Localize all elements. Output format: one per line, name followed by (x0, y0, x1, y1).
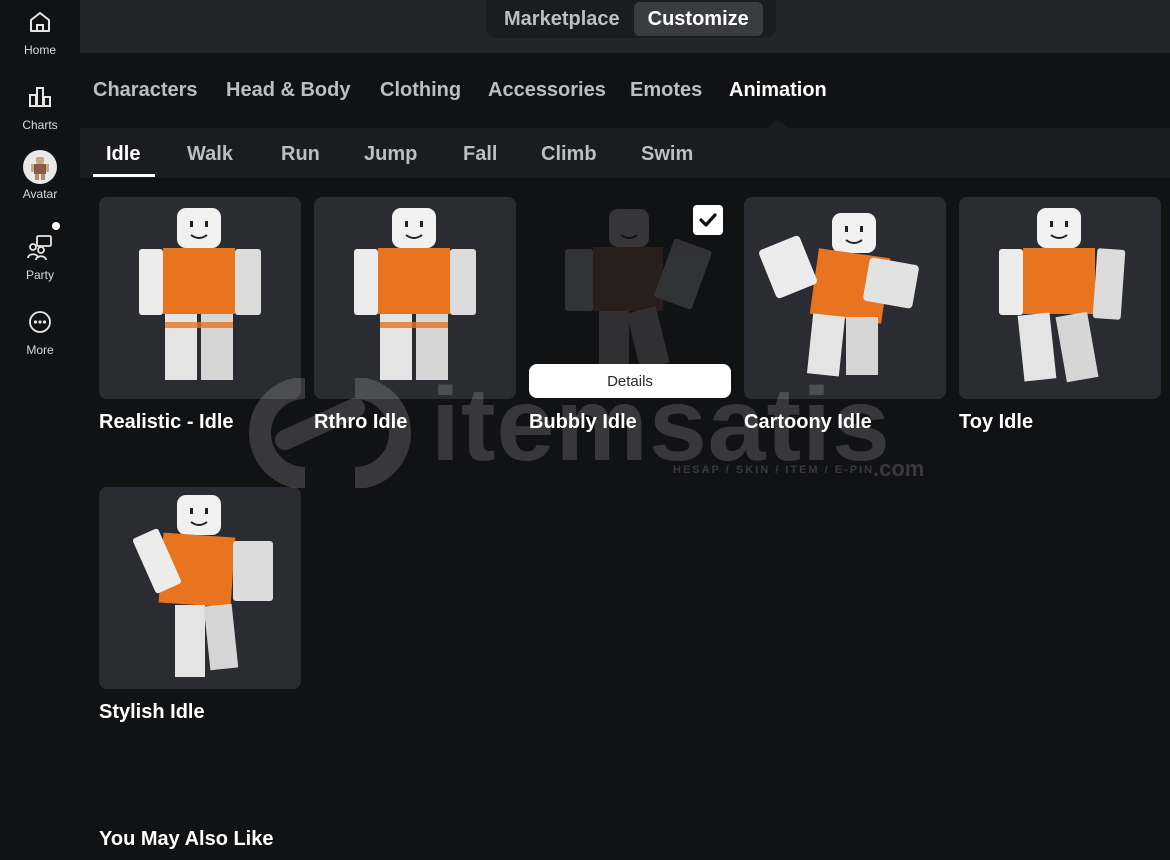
checkmark-icon (699, 213, 717, 227)
tab-animation[interactable]: Animation (729, 79, 827, 102)
tab-head-body[interactable]: Head & Body (226, 79, 350, 102)
subtab-idle[interactable]: Idle (106, 143, 140, 166)
you-may-also-like-heading: You May Also Like (99, 828, 274, 850)
party-icon (22, 229, 58, 265)
item-thumbnail (744, 197, 946, 399)
item-thumbnail (99, 487, 301, 689)
nav-party-label: Party (25, 268, 54, 282)
details-button[interactable]: Details (529, 364, 731, 398)
avatar-figure-icon (354, 208, 476, 380)
animation-subtabs: Idle Walk Run Jump Fall Climb Swim (80, 128, 1170, 178)
nav-avatar-label: Avatar (22, 187, 58, 201)
nav-charts[interactable]: Charts (0, 77, 80, 147)
watermark-suffix: .com (873, 456, 925, 481)
top-bar: Marketplace Customize (80, 0, 1170, 53)
item-name: Stylish Idle (99, 701, 205, 723)
left-navigation: Home Charts Avatar Party More (0, 0, 80, 860)
nav-more[interactable]: More (0, 302, 80, 372)
item-card[interactable]: Stylish Idle (99, 487, 301, 724)
selected-checkbox[interactable] (693, 205, 723, 235)
item-card[interactable]: Cartoony Idle (744, 197, 946, 434)
mode-switcher: Marketplace Customize (486, 0, 776, 38)
tab-clothing[interactable]: Clothing (380, 79, 461, 102)
item-card[interactable]: Rthro Idle (314, 197, 516, 434)
item-card-selected[interactable]: Details Bubbly Idle (529, 197, 731, 434)
item-thumbnail (314, 197, 516, 399)
item-name: Realistic - Idle (99, 411, 234, 433)
party-notification-dot (52, 222, 60, 230)
home-icon (22, 4, 58, 40)
avatar-figure-icon (139, 208, 261, 380)
more-icon (22, 304, 58, 340)
avatar-figure-icon (759, 213, 919, 377)
avatar-figure-icon (132, 495, 273, 677)
marketplace-tab[interactable]: Marketplace (490, 2, 634, 36)
item-name: Bubbly Idle (529, 411, 637, 433)
subtab-walk[interactable]: Walk (187, 143, 233, 166)
subtab-jump[interactable]: Jump (364, 143, 417, 166)
nav-charts-label: Charts (22, 118, 58, 132)
item-thumbnail (959, 197, 1161, 399)
nav-home-label: Home (23, 43, 56, 57)
subtab-swim[interactable]: Swim (641, 143, 693, 166)
item-card[interactable]: Realistic - Idle (99, 197, 301, 434)
category-tabs: Characters Head & Body Clothing Accessor… (80, 53, 1170, 129)
active-subtab-underline (93, 174, 155, 177)
avatar-icon (23, 150, 57, 184)
item-card[interactable]: Toy Idle (959, 197, 1161, 434)
nav-more-label: More (26, 343, 54, 357)
nav-party[interactable]: Party (0, 227, 80, 297)
item-name: Toy Idle (959, 411, 1034, 433)
customize-tab[interactable]: Customize (633, 2, 763, 36)
item-name: Cartoony Idle (744, 411, 872, 433)
subtab-run[interactable]: Run (281, 143, 320, 166)
tab-emotes[interactable]: Emotes (630, 79, 702, 102)
avatar-figure-icon (999, 208, 1126, 383)
subtab-climb[interactable]: Climb (541, 143, 597, 166)
nav-home[interactable]: Home (0, 2, 80, 72)
item-thumbnail (99, 197, 301, 399)
tab-accessories[interactable]: Accessories (488, 79, 606, 102)
nav-avatar[interactable]: Avatar (0, 150, 80, 220)
item-name: Rthro Idle (314, 411, 408, 433)
item-thumbnail: Details (529, 197, 731, 399)
subtab-fall[interactable]: Fall (463, 143, 497, 166)
tab-characters[interactable]: Characters (93, 79, 198, 102)
watermark-subtext: HESAP / SKIN / ITEM / E-PIN (673, 464, 875, 476)
charts-icon (22, 79, 58, 115)
